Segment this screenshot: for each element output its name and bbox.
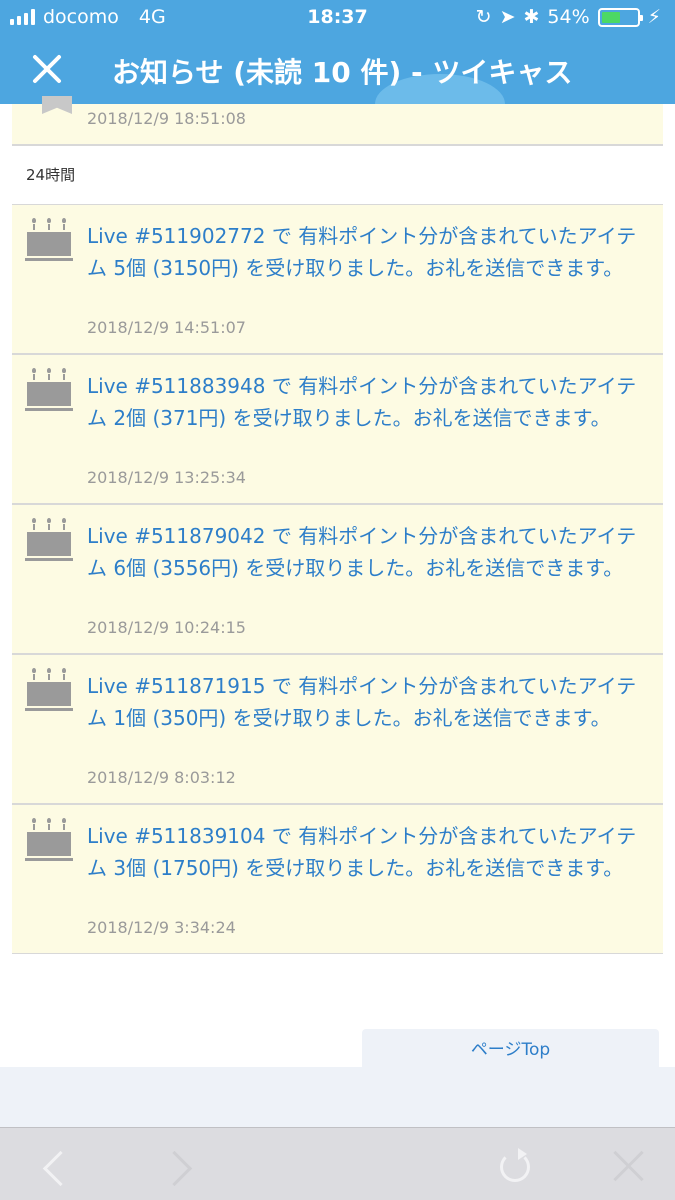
timestamp: 2018/12/9 10:24:15 [87, 618, 246, 637]
bluetooth-icon: ✱ [523, 6, 540, 28]
timestamp: 2018/12/9 8:03:12 [87, 768, 236, 787]
rotation-lock-icon: ↻ [475, 6, 492, 28]
notification-message[interactable]: Live #511883948 で 有料ポイント分が含まれていたアイテム 2個 … [87, 370, 647, 434]
cake-icon [25, 368, 73, 412]
notification-item[interactable]: Live #511839104 で 有料ポイント分が含まれていたアイテム 3個 … [12, 804, 663, 954]
app-header: お知らせ (未読 10 件) - ツイキャス [0, 36, 675, 104]
page-top-button[interactable]: ページTop [362, 1029, 659, 1069]
footer-area [0, 1067, 675, 1127]
battery-percent: 54% [547, 6, 590, 28]
notification-item[interactable]: Live #511879042 で 有料ポイント分が含まれていたアイテム 6個 … [12, 504, 663, 654]
notification-message[interactable]: Live #511839104 で 有料ポイント分が含まれていたアイテム 3個 … [87, 820, 647, 884]
cake-icon [25, 668, 73, 712]
cake-icon [25, 518, 73, 562]
charging-icon: ⚡ [647, 6, 661, 28]
notification-item[interactable]: Live #511883948 で 有料ポイント分が含まれていたアイテム 2個 … [12, 354, 663, 504]
notification-message[interactable]: Live #511871915 で 有料ポイント分が含まれていたアイテム 1個 … [87, 670, 647, 734]
close-icon[interactable] [28, 50, 66, 88]
notification-list: 2018/12/9 18:51:08 24時間 Live #511902772 … [0, 96, 675, 954]
timestamp: 2018/12/9 14:51:07 [87, 318, 246, 337]
cake-icon [25, 218, 73, 262]
reload-icon[interactable] [496, 1146, 536, 1186]
page-title: お知らせ (未読 10 件) - ツイキャス [112, 56, 573, 89]
timestamp: 2018/12/9 18:51:08 [87, 109, 246, 128]
stop-icon[interactable] [609, 1146, 649, 1186]
browser-toolbar [0, 1127, 675, 1200]
notification-message[interactable]: Live #511902772 で 有料ポイント分が含まれていたアイテム 5個 … [87, 220, 647, 284]
bookmark-icon [42, 96, 72, 114]
notification-item[interactable]: Live #511871915 で 有料ポイント分が含まれていたアイテム 1個 … [12, 654, 663, 804]
battery-icon [597, 7, 643, 27]
timestamp: 2018/12/9 3:34:24 [87, 918, 236, 937]
location-icon: ➤ [499, 6, 516, 28]
notification-item[interactable]: Live #511902772 で 有料ポイント分が含まれていたアイテム 5個 … [12, 204, 663, 354]
notification-message[interactable]: Live #511879042 で 有料ポイント分が含まれていたアイテム 6個 … [87, 520, 647, 584]
forward-icon[interactable] [160, 1146, 200, 1186]
status-bar: docomo 4G 18:37 ↻ ➤ ✱ 54% ⚡ [0, 0, 675, 36]
list-item-previous[interactable]: 2018/12/9 18:51:08 [12, 96, 663, 146]
timestamp: 2018/12/9 13:25:34 [87, 468, 246, 487]
cake-icon [25, 818, 73, 862]
back-icon[interactable] [36, 1146, 76, 1186]
section-heading: 24時間 [26, 166, 76, 184]
